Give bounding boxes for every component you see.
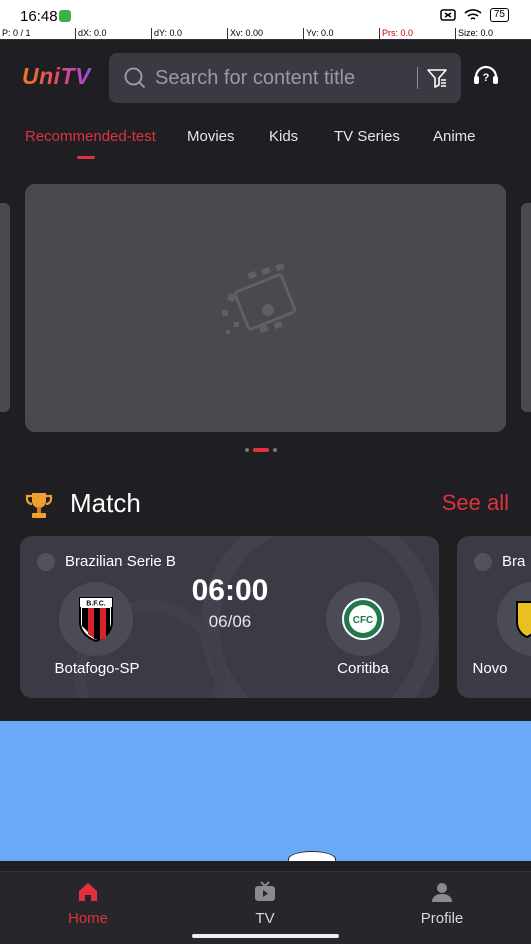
- ad-banner[interactable]: [0, 721, 531, 861]
- away-team-name: Coritiba: [337, 660, 389, 677]
- botafogo-crest-icon: B.F.C.: [79, 597, 113, 643]
- carousel-pagination: [245, 448, 277, 452]
- nav-profile-label: Profile: [420, 910, 464, 927]
- debug-dy: dY: 0.0: [151, 28, 227, 39]
- ad-illustration: [288, 851, 336, 861]
- see-all-link[interactable]: See all: [442, 490, 509, 516]
- debug-prs: Prs: 0.0: [379, 28, 455, 39]
- debug-pointer: P: 0 / 1: [2, 28, 31, 38]
- away-team-logo: CFC: [326, 582, 400, 656]
- nav-home-label: Home: [67, 910, 108, 927]
- trophy-icon: [25, 493, 53, 518]
- league-name-partial: Bra: [502, 553, 526, 570]
- active-tab-indicator: [77, 156, 95, 159]
- status-bar: 16:48 75: [0, 0, 531, 28]
- league-badge-icon: [37, 553, 55, 571]
- away-team-abbr: CFC: [353, 615, 374, 626]
- tab-recommended-test[interactable]: Recommended-test: [25, 128, 156, 145]
- match-date: 06/06: [208, 612, 252, 631]
- nav-home[interactable]: Home: [28, 880, 148, 927]
- sim-icon: [440, 9, 456, 21]
- app-notification-icon: [59, 10, 71, 22]
- match-time: 06:00: [191, 574, 269, 607]
- home-team-abbr: B.F.C.: [86, 601, 106, 608]
- pagination-dot[interactable]: [245, 448, 249, 452]
- help-icon[interactable]: ?: [472, 61, 500, 89]
- search-bar[interactable]: [109, 53, 461, 103]
- match-card[interactable]: Brazilian Serie B B.F.C. Botafogo-SP 06:…: [20, 536, 439, 698]
- home-team-name: Botafogo-SP: [54, 660, 140, 677]
- image-placeholder-icon: [222, 264, 297, 334]
- league-name: Brazilian Serie B: [65, 553, 176, 570]
- nav-tv[interactable]: TV: [205, 880, 325, 927]
- pagination-dot-active[interactable]: [253, 448, 269, 452]
- svg-text:?: ?: [483, 72, 490, 84]
- tab-movies[interactable]: Movies: [187, 128, 235, 145]
- wifi-icon: [464, 9, 482, 20]
- status-time: 16:48: [20, 8, 58, 25]
- search-input[interactable]: [155, 66, 415, 90]
- match-card-next[interactable]: Bra Novo: [457, 536, 531, 698]
- status-icons: 75: [440, 8, 509, 22]
- banner-prev-card[interactable]: [0, 203, 10, 412]
- debug-yv: Yv: 0.0: [303, 28, 379, 39]
- app-screen: 16:48 75 P: 0 / 1 dX: 0.0 dY: 0.0 Xv: 0.…: [0, 0, 531, 944]
- home-team-logo: B.F.C.: [59, 582, 133, 656]
- nav-tv-label: TV: [255, 910, 275, 927]
- filter-icon[interactable]: [426, 67, 448, 89]
- home-icon: [79, 883, 97, 901]
- home-indicator[interactable]: [192, 934, 339, 938]
- pagination-dot[interactable]: [273, 448, 277, 452]
- debug-overlay: P: 0 / 1 dX: 0.0 dY: 0.0 Xv: 0.00 Yv: 0.…: [0, 28, 531, 40]
- battery-indicator: 75: [489, 8, 509, 22]
- banner-next-card[interactable]: [521, 203, 531, 412]
- profile-icon: [432, 883, 452, 902]
- tab-anime[interactable]: Anime: [433, 128, 476, 145]
- debug-dx: dX: 0.0: [75, 28, 151, 39]
- debug-xv: Xv: 0.00: [227, 28, 303, 39]
- search-icon: [124, 67, 146, 89]
- search-divider: [417, 67, 418, 89]
- tab-kids[interactable]: Kids: [269, 128, 298, 145]
- nav-profile[interactable]: Profile: [382, 880, 502, 927]
- debug-size: Size: 0.0: [455, 28, 531, 39]
- coritiba-crest-icon: CFC: [342, 598, 384, 640]
- unitv-logo: UniTV: [22, 63, 91, 89]
- tv-icon: [255, 881, 275, 901]
- team-crest-icon: [516, 601, 531, 639]
- league-badge-icon: [474, 553, 492, 571]
- home-team-name-partial: Novo: [472, 660, 508, 677]
- home-team-logo-partial: [497, 582, 531, 656]
- tab-tv-series[interactable]: TV Series: [334, 128, 400, 145]
- section-title-match: Match: [70, 488, 141, 518]
